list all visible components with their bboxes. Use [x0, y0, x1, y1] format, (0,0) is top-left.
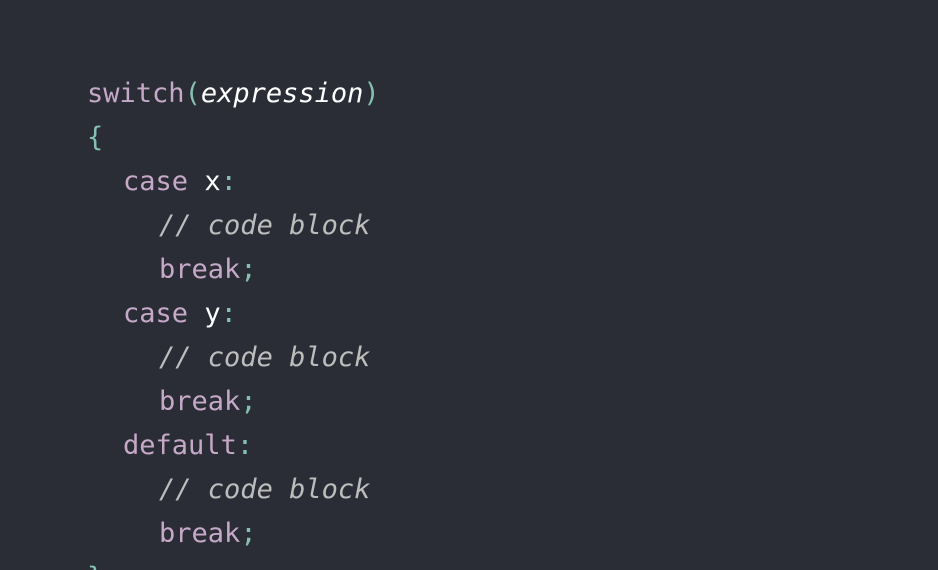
default-keyword: default — [123, 430, 237, 461]
brace-close: } — [87, 562, 103, 570]
brace-open: { — [87, 122, 104, 153]
case-keyword: case — [123, 166, 189, 197]
code-block: switch(expression) { case x: // code blo… — [0, 0, 938, 570]
default-colon: : — [236, 430, 254, 461]
expression-param: expression — [200, 78, 364, 109]
code-line-switch: switch(expression) — [22, 28, 938, 109]
break-keyword: break — [159, 518, 241, 549]
code-comment: // code block — [159, 474, 371, 505]
paren-open: ( — [184, 78, 201, 109]
code-comment: // code block — [159, 210, 371, 241]
code-comment: // code block — [159, 342, 371, 373]
semicolon: ; — [240, 386, 257, 417]
code-line-case-x: case x: — [22, 116, 938, 197]
paren-close: ) — [363, 78, 380, 109]
break-keyword: break — [159, 386, 241, 417]
case-colon: : — [220, 166, 237, 197]
case-value: x — [204, 166, 221, 197]
case-keyword: case — [123, 298, 189, 329]
break-keyword: break — [159, 254, 241, 285]
semicolon: ; — [240, 518, 257, 549]
case-value: y — [204, 298, 221, 329]
case-colon: : — [220, 298, 237, 329]
switch-keyword: switch — [87, 78, 185, 109]
semicolon: ; — [240, 254, 257, 285]
